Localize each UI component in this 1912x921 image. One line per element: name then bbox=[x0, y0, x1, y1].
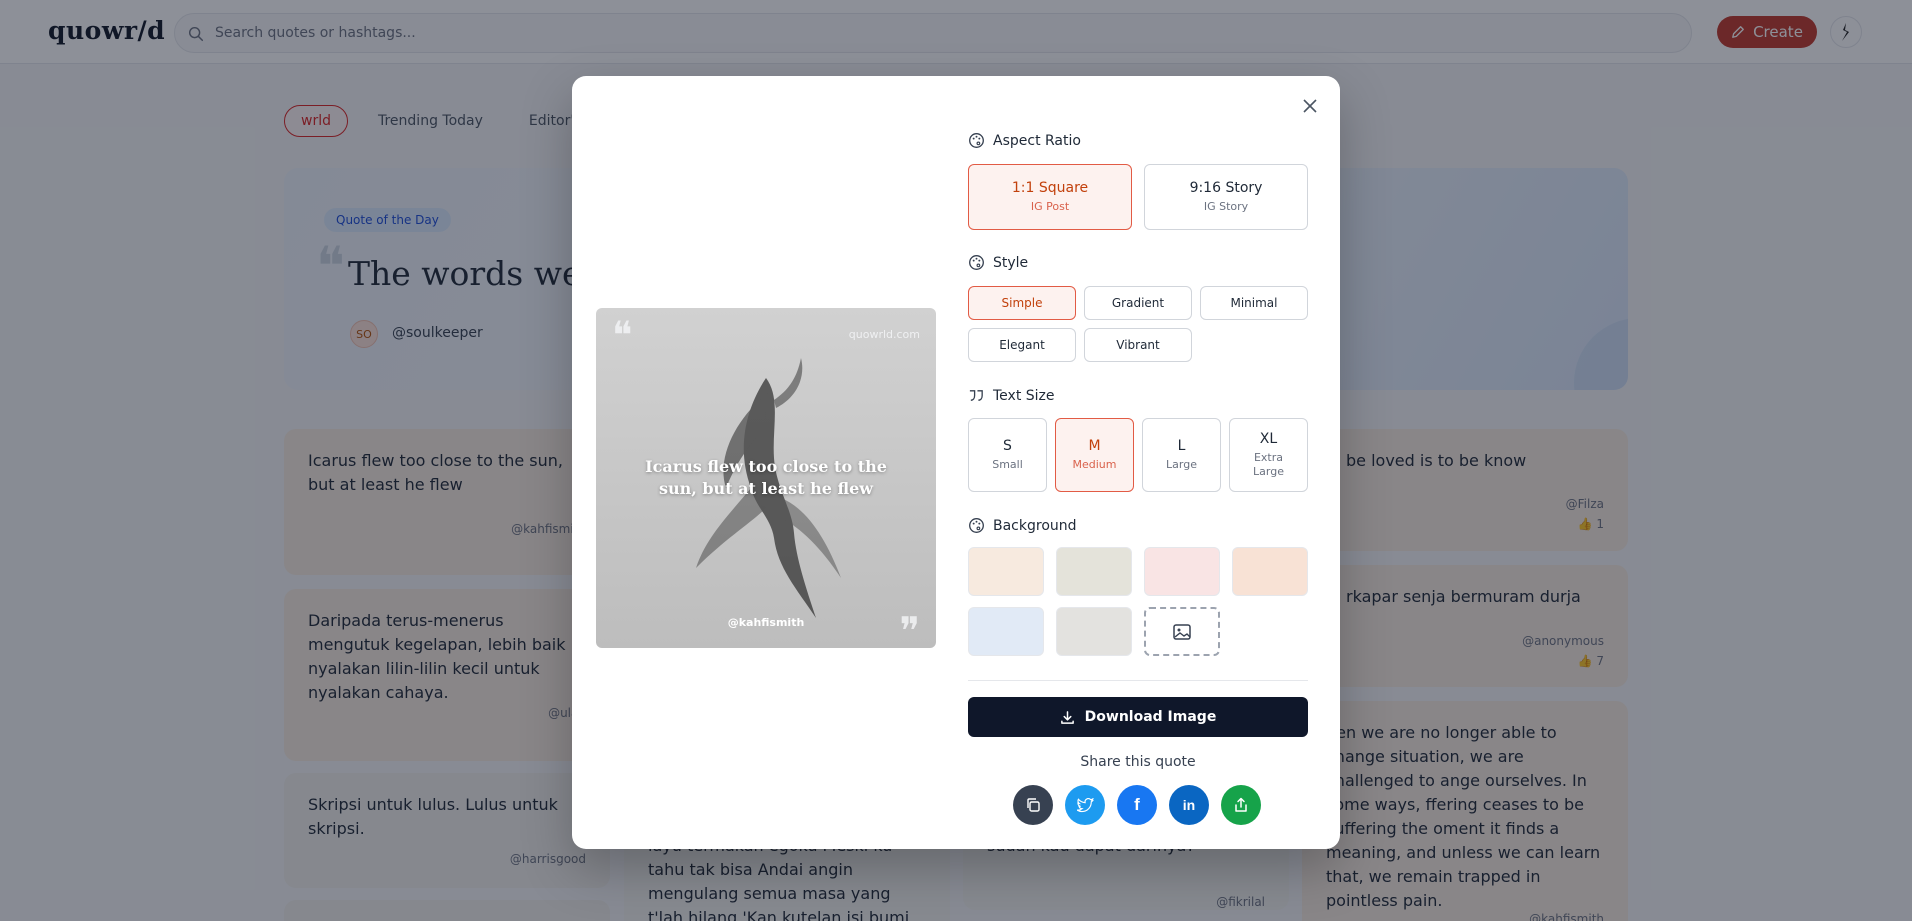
option-sublabel: IG Story bbox=[1203, 200, 1249, 213]
background-swatch-cream[interactable] bbox=[968, 547, 1044, 596]
text-size-medium-option[interactable]: M Medium bbox=[1055, 418, 1134, 492]
quote-close-icon: ❞ bbox=[899, 609, 920, 648]
close-button[interactable] bbox=[1300, 96, 1320, 116]
option-sublabel: Large bbox=[1166, 458, 1197, 471]
preview-watermark: quowrld.com bbox=[848, 328, 920, 341]
quote-open-icon: ❝ bbox=[612, 313, 633, 357]
option-label: 9:16 Story bbox=[1189, 180, 1263, 196]
option-label: M bbox=[1088, 438, 1101, 454]
preview-quote-text: Icarus flew too close to the sun, but at… bbox=[645, 457, 887, 498]
aspect-story-option[interactable]: 9:16 Story IG Story bbox=[1144, 164, 1308, 230]
option-sublabel: Extra Large bbox=[1253, 451, 1284, 478]
style-vibrant-option[interactable]: Vibrant bbox=[1084, 328, 1192, 362]
style-gradient-option[interactable]: Gradient bbox=[1084, 286, 1192, 320]
background-swatch-sage[interactable] bbox=[1056, 547, 1132, 596]
style-elegant-option[interactable]: Elegant bbox=[968, 328, 1076, 362]
option-sublabel: IG Post bbox=[1030, 200, 1070, 213]
style-simple-option[interactable]: Simple bbox=[968, 286, 1076, 320]
linkedin-icon: in bbox=[1182, 797, 1196, 813]
copy-link-button[interactable] bbox=[1013, 785, 1053, 825]
aspect-ratio-heading: Aspect Ratio bbox=[968, 132, 1081, 149]
option-label: 1:1 Square bbox=[1011, 180, 1089, 196]
palette-icon bbox=[969, 133, 984, 148]
upload-background-button[interactable] bbox=[1144, 607, 1220, 656]
option-label: L bbox=[1177, 438, 1186, 454]
style-title: Style bbox=[993, 254, 1029, 271]
option-sublabel: Small bbox=[992, 458, 1023, 471]
share-linkedin-button[interactable]: in bbox=[1169, 785, 1209, 825]
download-label: Download Image bbox=[1084, 709, 1217, 725]
aspect-square-option[interactable]: 1:1 Square IG Post bbox=[968, 164, 1132, 230]
text-size-title: Text Size bbox=[993, 387, 1055, 404]
share-facebook-button[interactable]: f bbox=[1117, 785, 1157, 825]
option-sublabel: Medium bbox=[1072, 458, 1117, 471]
style-heading: Style bbox=[968, 254, 1028, 271]
text-size-heading: Text Size bbox=[968, 387, 1055, 404]
share-icon bbox=[1235, 797, 1247, 812]
background-title: Background bbox=[993, 517, 1077, 534]
background-swatch-gray[interactable] bbox=[1056, 607, 1132, 656]
section-divider bbox=[968, 680, 1308, 681]
close-icon bbox=[1303, 99, 1317, 113]
copy-icon bbox=[1027, 798, 1040, 812]
text-size-xl-option[interactable]: XL Extra Large bbox=[1229, 418, 1308, 492]
background-swatch-peach[interactable] bbox=[1232, 547, 1308, 596]
palette-icon bbox=[969, 518, 984, 533]
background-heading: Background bbox=[968, 517, 1077, 534]
download-image-button[interactable]: Download Image bbox=[968, 697, 1308, 737]
image-preview: ❝ quowrld.com Icarus flew too close to t… bbox=[596, 308, 936, 648]
text-size-large-option[interactable]: L Large bbox=[1142, 418, 1221, 492]
facebook-icon: f bbox=[1134, 795, 1140, 814]
style-minimal-option[interactable]: Minimal bbox=[1200, 286, 1308, 320]
option-label: XL bbox=[1259, 431, 1278, 447]
text-size-small-option[interactable]: S Small bbox=[968, 418, 1047, 492]
download-icon bbox=[1060, 710, 1074, 724]
aspect-ratio-title: Aspect Ratio bbox=[993, 132, 1081, 149]
preview-author: @kahfismith bbox=[727, 616, 805, 629]
twitter-icon bbox=[1076, 797, 1094, 812]
background-swatch-blue[interactable] bbox=[968, 607, 1044, 656]
image-icon bbox=[1173, 623, 1191, 640]
quote-icon bbox=[969, 390, 983, 401]
option-label: S bbox=[1003, 438, 1012, 454]
share-twitter-button[interactable] bbox=[1065, 785, 1105, 825]
background-swatch-pink[interactable] bbox=[1144, 547, 1220, 596]
palette-icon bbox=[969, 255, 984, 270]
share-more-button[interactable] bbox=[1221, 785, 1261, 825]
share-heading: Share this quote bbox=[1080, 754, 1196, 770]
